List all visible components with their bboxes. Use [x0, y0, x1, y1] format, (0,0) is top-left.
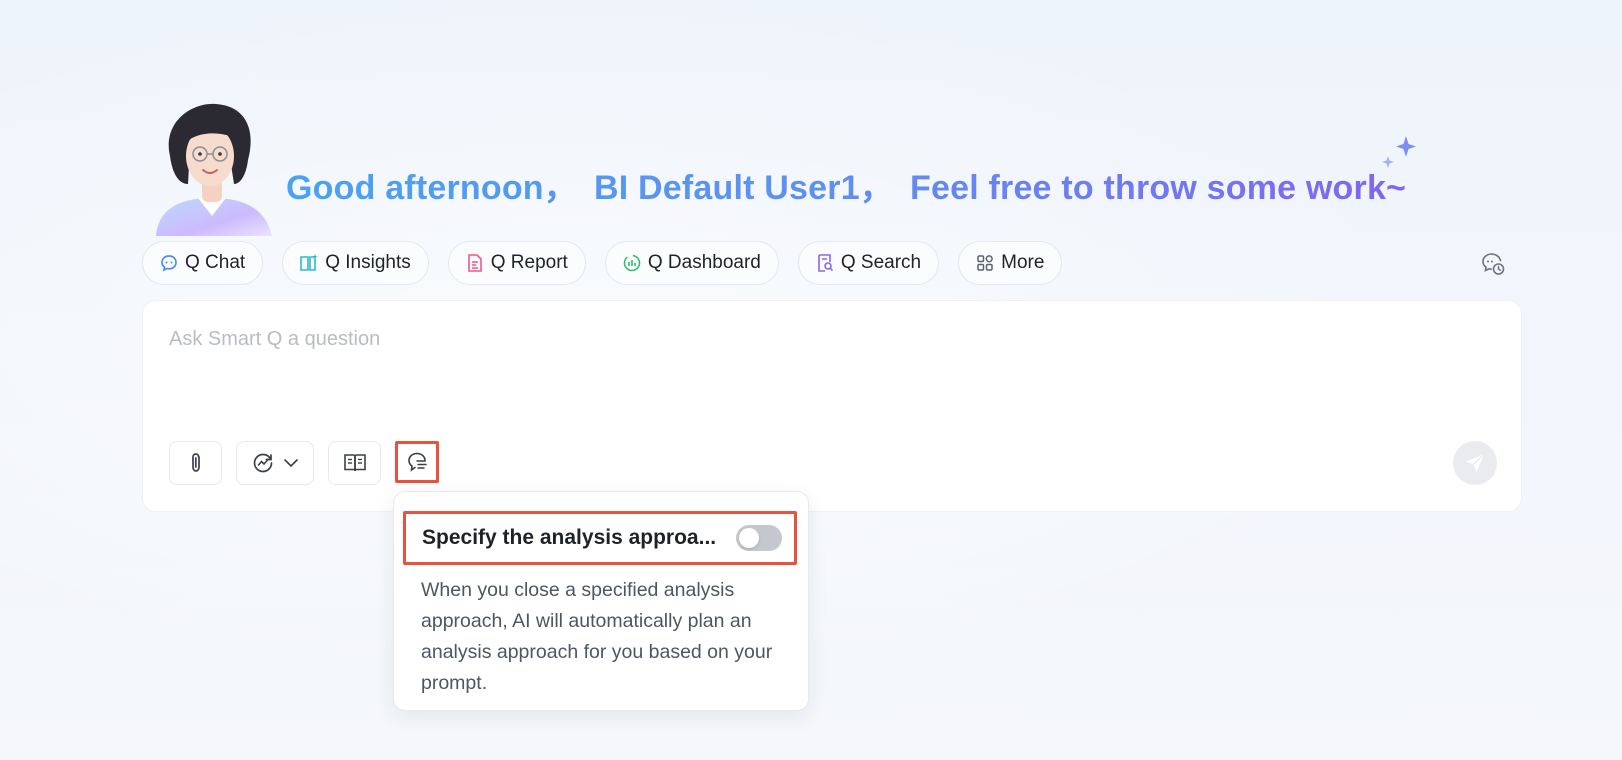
- insights-book-icon: [299, 253, 319, 273]
- search-document-icon: [815, 253, 835, 273]
- analysis-approach-popover: Specify the analysis approa... When you …: [393, 491, 809, 711]
- sparkle-icon: [1382, 136, 1416, 168]
- chat-history-button[interactable]: [1478, 249, 1508, 279]
- tab-q-insights[interactable]: Q Insights: [282, 241, 429, 285]
- analysis-approach-button[interactable]: [395, 441, 439, 483]
- analysis-approach-toggle[interactable]: [736, 525, 782, 551]
- chevron-down-icon: [284, 459, 298, 468]
- question-panel: [142, 300, 1522, 512]
- question-input[interactable]: [167, 327, 1471, 352]
- send-plane-icon: [1466, 453, 1485, 472]
- model-selector-button[interactable]: [236, 441, 314, 485]
- greeting-salutation: Good afternoon，: [286, 169, 578, 207]
- greeting-username: BI Default User1，: [593, 169, 895, 207]
- analysis-approach-icon: [408, 452, 427, 472]
- dashboard-chart-icon: [622, 253, 642, 273]
- tab-label: Q Insights: [325, 252, 411, 273]
- knowledge-base-button[interactable]: [328, 441, 381, 485]
- grid-apps-icon: [975, 253, 995, 273]
- attach-file-button[interactable]: [169, 441, 222, 485]
- tab-q-chat[interactable]: Q Chat: [142, 241, 264, 285]
- greeting-prompt: Feel free to throw some work~: [910, 169, 1407, 207]
- tab-label: More: [1001, 252, 1045, 273]
- greeting-text: Good afternoon， BI Default User1， Feel fre…: [286, 160, 1406, 209]
- model-refresh-icon: [253, 453, 273, 473]
- analysis-approach-header: Specify the analysis approa...: [403, 511, 797, 565]
- tab-q-dashboard[interactable]: Q Dashboard: [604, 241, 779, 285]
- tab-label: Q Dashboard: [647, 252, 761, 273]
- paperclip-icon: [191, 453, 200, 472]
- tab-more[interactable]: More: [958, 241, 1063, 285]
- chat-history-icon: [1482, 253, 1505, 275]
- report-document-icon: [465, 253, 485, 273]
- send-button[interactable]: [1453, 441, 1497, 485]
- chat-bubble-icon: [159, 253, 179, 273]
- open-book-icon: [343, 454, 366, 472]
- tab-label: Q Report: [490, 252, 568, 273]
- tab-label: Q Search: [840, 252, 922, 273]
- assistant-avatar: [156, 103, 272, 236]
- tab-q-report[interactable]: Q Report: [447, 241, 586, 285]
- analysis-approach-description: When you close a specified analysis appr…: [421, 579, 773, 694]
- feature-tabs: Q Chat Q Insights Q Report Q Dashboard Q…: [142, 241, 1063, 285]
- tab-q-search[interactable]: Q Search: [797, 241, 940, 285]
- analysis-approach-title: Specify the analysis approa...: [422, 526, 717, 549]
- tab-label: Q Chat: [185, 252, 246, 273]
- toggle-knob: [739, 528, 759, 548]
